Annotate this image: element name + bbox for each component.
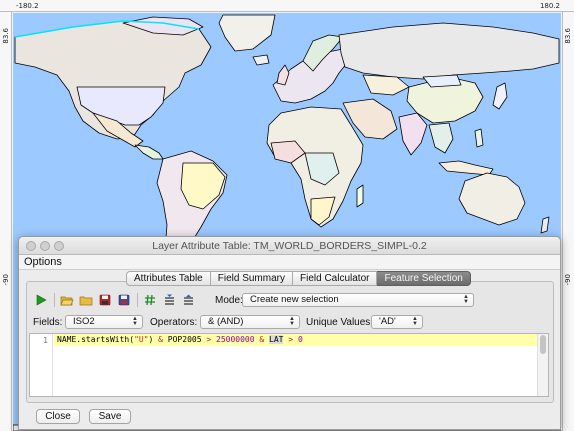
- select-arrows-icon: ▲ ▼: [132, 316, 138, 327]
- toolbar-separator: [54, 293, 55, 307]
- fields-label: Fields:: [33, 317, 63, 328]
- editor-scrollbar[interactable]: [537, 334, 548, 396]
- coord-top-right: 180.2: [539, 2, 560, 10]
- tab-bar: Attributes Table Field Summary Field Cal…: [126, 271, 471, 286]
- philippines-shape: [474, 128, 484, 148]
- coord-top-left: -180.2: [16, 2, 39, 10]
- play-icon[interactable]: [33, 292, 49, 308]
- iceland-shape: [252, 54, 270, 66]
- southeast-asia-shape: [428, 122, 454, 154]
- mode-select-value: Create new selection: [250, 294, 339, 305]
- editor-scroll-thumb[interactable]: [540, 335, 546, 354]
- unique-values-select-value: 'AD': [379, 316, 396, 327]
- coord-right-top: 83.6: [564, 28, 572, 44]
- tab-feature-selection[interactable]: Feature Selection: [377, 271, 471, 286]
- mode-label: Mode:: [215, 295, 243, 306]
- operators-select-value: & (AND): [208, 316, 244, 327]
- tab-attributes-table[interactable]: Attributes Table: [126, 271, 211, 286]
- mode-select[interactable]: Create new selection ▲ ▼: [242, 293, 474, 307]
- attribute-table-dialog: Layer Attribute Table: TM_WORLD_BORDERS_…: [18, 236, 561, 430]
- folder-icon[interactable]: [78, 292, 94, 308]
- map-ruler-left: 83.6 -90: [0, 12, 12, 431]
- dialog-titlebar[interactable]: Layer Attribute Table: TM_WORLD_BORDERS_…: [19, 237, 560, 255]
- new-zealand-shape: [540, 216, 550, 234]
- japan-shape: [492, 82, 508, 110]
- expression-token: 0: [297, 335, 303, 344]
- select-arrows-icon: ▲ ▼: [289, 316, 295, 327]
- central-america-shape: [134, 144, 164, 160]
- indonesia-shape: [438, 160, 494, 176]
- coord-left-top: 83.6: [2, 28, 10, 44]
- fields-select-value: ISO2: [73, 316, 95, 327]
- line-number-gutter: 1: [30, 334, 53, 396]
- unique-values-select[interactable]: 'AD' ▲ ▼: [371, 315, 423, 329]
- india-shape: [398, 112, 428, 156]
- list-export-icon[interactable]: [180, 292, 196, 308]
- close-button[interactable]: Close: [36, 409, 80, 424]
- save-as-icon[interactable]: [116, 292, 132, 308]
- map-ruler-right: 83.6 -90: [562, 12, 574, 431]
- save-icon[interactable]: [97, 292, 113, 308]
- line-number: 1: [43, 336, 48, 345]
- selection-toolbar: [33, 292, 199, 308]
- coord-right-bottom: -90: [564, 274, 572, 286]
- select-arrows-icon: ▲ ▼: [463, 294, 469, 305]
- madagascar-shape: [356, 184, 364, 208]
- unique-values-label: Unique Values:: [306, 317, 374, 328]
- expression-line[interactable]: NAME.startsWith("U") & POP2005 > 2500000…: [54, 334, 538, 346]
- australia-shape: [458, 172, 526, 226]
- operators-select[interactable]: & (AND) ▲ ▼: [200, 315, 300, 329]
- expression-token: ): [148, 335, 159, 344]
- expression-editor[interactable]: 1 NAME.startsWith("U") & POP2005 > 25000…: [29, 333, 549, 397]
- list-import-icon[interactable]: [161, 292, 177, 308]
- tab-field-calculator[interactable]: Field Calculator: [293, 271, 378, 286]
- open-folder-icon[interactable]: [59, 292, 75, 308]
- expression-token: NAME.startsWith(: [57, 335, 135, 344]
- hash-icon[interactable]: [142, 292, 158, 308]
- toolbar-separator: [137, 293, 138, 307]
- brazil-shape: [180, 162, 226, 210]
- greenland-shape: [218, 14, 276, 52]
- expression-token: LAT: [269, 335, 284, 344]
- expression-token: POP2005: [162, 335, 207, 344]
- select-arrows-icon: ▲ ▼: [412, 316, 418, 327]
- coord-left-bottom: -90: [2, 274, 10, 286]
- map-ruler-top: -180.2 180.2: [0, 0, 574, 12]
- russia-shape: [338, 22, 560, 80]
- expression-token: "U": [134, 335, 149, 344]
- tab-field-summary[interactable]: Field Summary: [210, 271, 293, 286]
- save-button[interactable]: Save: [89, 409, 131, 424]
- fields-select[interactable]: ISO2 ▲ ▼: [65, 315, 143, 329]
- dialog-title: Layer Attribute Table: TM_WORLD_BORDERS_…: [152, 240, 427, 252]
- menu-options[interactable]: Options: [24, 256, 62, 268]
- expression-token: 25000000: [216, 335, 255, 344]
- operators-label: Operators:: [150, 317, 198, 328]
- menu-bar: Options: [19, 255, 560, 270]
